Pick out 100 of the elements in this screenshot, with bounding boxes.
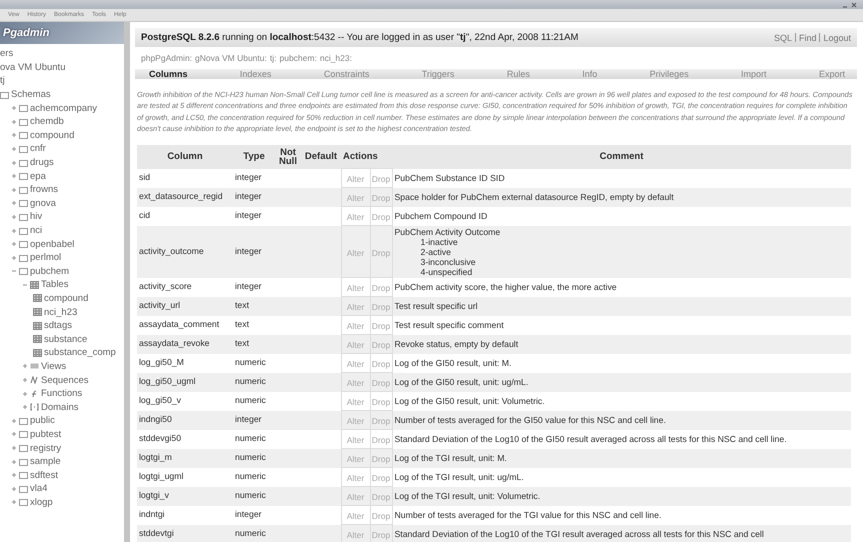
table-cell: logtgi_m	[137, 448, 233, 468]
tree-item[interactable]: perlmol	[30, 252, 62, 264]
tree-item[interactable]: hiv	[30, 211, 42, 222]
expand-icon[interactable]	[11, 146, 17, 152]
tree-item[interactable]: compound	[30, 130, 74, 141]
tab[interactable]: Constraints	[324, 69, 370, 79]
tree-item[interactable]: achemcompany	[30, 102, 98, 114]
breadcrumb-link[interactable]: nci_h23:	[320, 53, 352, 63]
table-cell: numeric	[233, 486, 275, 506]
tab[interactable]: Rules	[506, 69, 530, 79]
tree-item[interactable]: public	[30, 415, 55, 426]
tree-item[interactable]: gnova	[30, 198, 56, 209]
tab[interactable]: Import	[741, 69, 767, 79]
header-link[interactable]: Find	[798, 32, 816, 42]
collapse-icon[interactable]	[22, 282, 28, 288]
table-cell: Standard Deviation of the Log10 of the GI50 result averaged across all tests for this NSC and cell line.	[392, 430, 851, 449]
tree-item[interactable]: sdftest	[30, 470, 58, 481]
tree-item[interactable]: substance	[44, 334, 88, 345]
expand-icon[interactable]	[11, 132, 17, 138]
table-cell: numeric	[233, 430, 275, 449]
tree-item[interactable]: nci_h23	[44, 306, 78, 318]
connection-status: PostgreSQL 8.2.6 running on localhost:5432 -- You are logged in as user "tj", 22nd Apr, 2008 11:21AM	[141, 32, 578, 43]
expand-icon[interactable]	[11, 228, 17, 234]
expand-icon[interactable]	[11, 458, 17, 465]
close-icon[interactable]	[851, 2, 857, 8]
expand-icon[interactable]	[22, 363, 28, 370]
breadcrumb-link[interactable]: gNova VM Ubuntu:	[195, 53, 267, 63]
expand-icon[interactable]	[11, 254, 17, 261]
tree-item[interactable]: substance_comp	[44, 347, 116, 358]
tree-item[interactable]: nci	[30, 225, 42, 236]
expand-icon[interactable]	[11, 105, 17, 112]
tree-item[interactable]: openbabel	[30, 238, 74, 250]
expand-icon[interactable]	[11, 431, 17, 438]
tree-item[interactable]: Tables	[41, 279, 68, 290]
tree-item[interactable]: ova VM Ubuntu	[0, 62, 66, 73]
tree-item[interactable]: drugs	[30, 157, 54, 168]
expand-icon[interactable]	[11, 186, 17, 193]
box-icon	[19, 430, 28, 438]
table-cell: cid	[137, 206, 233, 226]
expand-icon[interactable]	[11, 241, 17, 248]
alter-link[interactable]: Alter	[346, 248, 364, 258]
tab[interactable]: Info	[582, 69, 598, 79]
box-icon	[19, 254, 28, 262]
tree-item[interactable]: Schemas	[11, 89, 51, 100]
expand-icon[interactable]	[11, 472, 17, 478]
expand-icon[interactable]	[11, 499, 17, 506]
header-link[interactable]: Logout	[823, 32, 851, 42]
tree-item[interactable]: sdtags	[44, 320, 72, 332]
box-icon	[19, 240, 28, 248]
breadcrumb-link[interactable]: phpPgAdmin:	[141, 53, 192, 63]
expand-icon[interactable]	[11, 214, 17, 220]
expand-icon[interactable]	[11, 160, 17, 166]
tree-item[interactable]: cnfr	[30, 143, 46, 154]
tree-item[interactable]: pubtest	[30, 428, 62, 440]
tree-item[interactable]: epa	[30, 170, 46, 182]
header-link[interactable]: SQL	[774, 32, 792, 42]
tree-item[interactable]: registry	[30, 442, 62, 454]
tab[interactable]: Indexes	[240, 69, 272, 79]
table-cell: activity_score	[137, 278, 233, 297]
table-cell: integer	[233, 506, 275, 525]
tab[interactable]: Columns	[149, 69, 188, 79]
tree-item[interactable]: ers	[0, 48, 14, 60]
drop-link[interactable]: Drop	[372, 248, 390, 258]
tab[interactable]: Export	[818, 69, 845, 79]
tree-item[interactable]: Domains	[41, 402, 78, 413]
tab[interactable]: Triggers	[422, 69, 454, 79]
tree-item[interactable]: tj	[0, 75, 5, 86]
table-cell: Log of the TGI result, unit: Volumetric.	[392, 486, 851, 506]
tree-item[interactable]: sample	[30, 456, 61, 468]
table-cell: Log of the TGI result, unit: ug/mL.	[392, 468, 851, 487]
expand-icon[interactable]	[22, 377, 28, 384]
tree-item[interactable]: vla4	[30, 483, 48, 494]
tree-item[interactable]: xlogp	[30, 496, 53, 508]
expand-icon[interactable]	[22, 390, 28, 397]
folder-icon	[0, 90, 9, 99]
expand-icon[interactable]	[11, 418, 17, 424]
list-item: 4-unspecified	[420, 266, 474, 277]
tree-item[interactable]: compound	[44, 292, 88, 304]
collapse-icon[interactable]	[11, 268, 17, 274]
breadcrumb-link[interactable]: tj:	[270, 53, 276, 63]
expand-icon[interactable]	[11, 445, 17, 452]
breadcrumb-link[interactable]: pubchem:	[280, 53, 317, 63]
tab[interactable]: Privileges	[650, 69, 689, 79]
table-cell: stddevtgi	[137, 524, 233, 542]
tree-item[interactable]: chemdb	[30, 116, 64, 128]
expand-icon[interactable]	[11, 173, 17, 180]
table-cell: logtgi_v	[137, 486, 233, 506]
table-cell: Test result specific comment	[392, 316, 851, 335]
tree-item[interactable]: Views	[41, 360, 66, 372]
table-cell: numeric	[233, 354, 275, 373]
tree-item[interactable]: Functions	[41, 388, 82, 400]
expand-icon[interactable]	[11, 486, 17, 492]
table-cell: Standard Deviation of the Log10 of the TGI result averaged across all tests for this NSC and cell	[392, 524, 851, 542]
table-icon	[33, 335, 42, 344]
expand-icon[interactable]	[11, 118, 17, 125]
tree-item[interactable]: Sequences	[41, 374, 89, 386]
tree-item[interactable]: frowns	[30, 184, 58, 196]
expand-icon[interactable]	[11, 200, 17, 206]
tree-item[interactable]: pubchem	[30, 266, 70, 277]
expand-icon[interactable]	[22, 404, 28, 410]
